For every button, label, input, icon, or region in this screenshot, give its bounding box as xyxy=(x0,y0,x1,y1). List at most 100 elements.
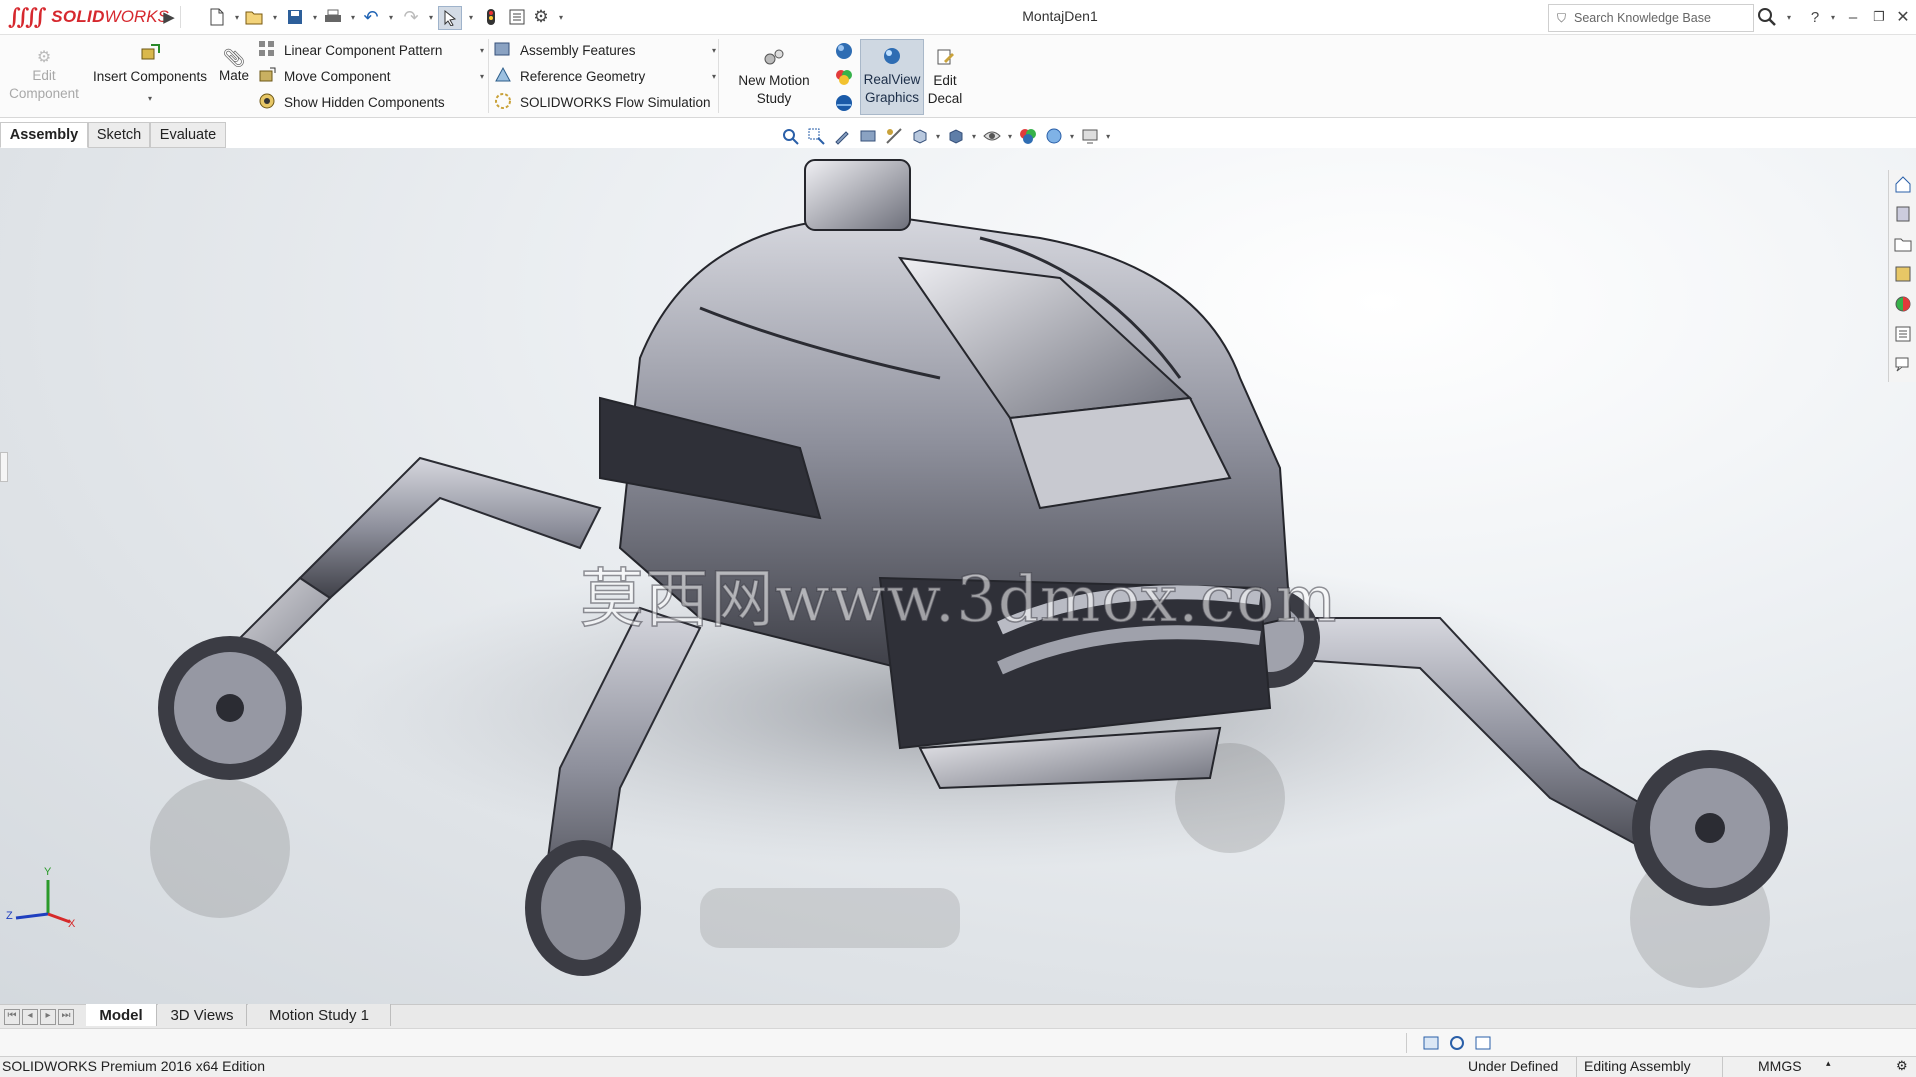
reference-triad: Y Z X xyxy=(4,866,84,930)
mate-paperclip-icon: 📎︎ xyxy=(222,48,246,68)
custom-properties-icon[interactable] xyxy=(1892,322,1914,346)
undo-icon[interactable]: ↶ xyxy=(360,6,382,28)
forum-icon[interactable] xyxy=(1892,352,1914,376)
apply-scene-icon[interactable] xyxy=(1044,126,1064,146)
scroll-last-icon[interactable]: ⏭ xyxy=(58,1009,74,1025)
tab-assembly[interactable]: Assembly xyxy=(0,122,88,148)
zoom-to-area-icon[interactable] xyxy=(806,126,826,146)
menu-expand-icon[interactable]: ▶ xyxy=(158,6,180,28)
minimize-icon[interactable]: – xyxy=(1842,6,1864,28)
save-icon[interactable] xyxy=(284,6,306,28)
customize-status-icon[interactable]: ⚙ xyxy=(1896,1058,1908,1074)
scroll-next-icon[interactable]: ▸ xyxy=(40,1009,56,1025)
tab-model[interactable]: Model xyxy=(86,1004,157,1026)
realview-graphics-button[interactable]: RealView Graphics xyxy=(860,39,924,115)
motion-study-icon xyxy=(763,47,785,72)
assembly-features-dropdown-icon[interactable]: ▾ xyxy=(712,46,716,55)
reference-geometry-button[interactable]: Reference Geometry ▾ xyxy=(494,65,716,87)
appearance-palette-icon[interactable] xyxy=(834,67,854,87)
search-box[interactable]: ⛉ xyxy=(1548,4,1754,32)
new-icon[interactable] xyxy=(206,6,228,28)
assembly-features-button[interactable]: Assembly Features ▾ xyxy=(494,39,716,61)
features-group: Assembly Features ▾ Reference Geometry ▾… xyxy=(494,39,716,113)
hide-show-dropdown-icon[interactable]: ▾ xyxy=(1008,132,1012,141)
insert-components-button[interactable]: Insert Components ▾ xyxy=(88,43,212,108)
feature-manager-toggle[interactable] xyxy=(0,452,8,482)
tab-3d-views[interactable]: 3D Views xyxy=(158,1004,247,1026)
tab-sketch[interactable]: Sketch xyxy=(88,122,150,148)
file-explorer-icon[interactable] xyxy=(1892,232,1914,256)
window-status-icon[interactable] xyxy=(1474,1034,1492,1055)
open-dropdown-icon[interactable]: ▾ xyxy=(264,6,286,28)
view-orientation-icon[interactable] xyxy=(910,126,930,146)
status-bar: SOLIDWORKS Premium 2016 x64 Edition Unde… xyxy=(0,1056,1916,1077)
divider xyxy=(1406,1033,1407,1053)
section-view-icon[interactable] xyxy=(858,126,878,146)
view-settings-dropdown-icon[interactable]: ▾ xyxy=(1106,132,1110,141)
hide-show-items-icon[interactable] xyxy=(982,126,1002,146)
search-input[interactable] xyxy=(1572,10,1737,26)
move-component-dropdown-icon[interactable]: ▾ xyxy=(480,72,484,81)
units-dropdown-icon[interactable]: ▴ xyxy=(1826,1058,1831,1069)
search-dropdown-icon[interactable]: ▾ xyxy=(1778,6,1800,28)
edit-component-button[interactable]: ⚙ Edit Component xyxy=(4,49,84,103)
view-settings-icon[interactable] xyxy=(1080,126,1100,146)
edit-appearance-icon[interactable] xyxy=(1018,126,1038,146)
search-icon[interactable] xyxy=(1756,6,1778,28)
appearances-scenes-icon[interactable] xyxy=(1892,292,1914,316)
move-component-button[interactable]: Move Component ▾ xyxy=(258,65,484,87)
tab-evaluate[interactable]: Evaluate xyxy=(150,122,226,148)
undo-dropdown-icon[interactable]: ▾ xyxy=(380,6,402,28)
help-dropdown-icon[interactable]: ▾ xyxy=(1822,6,1844,28)
display-style-dropdown-icon[interactable]: ▾ xyxy=(972,132,976,141)
tab-motion-study-1[interactable]: Motion Study 1 xyxy=(248,1004,391,1026)
title-bar: ⨌ SOLID WORKS ▶ ▾ ▾ ▾ ▾ ↶ ▾ ↷ ▾ ▾ ⚙ ▾ Mon… xyxy=(0,0,1916,35)
linear-component-pattern-button[interactable]: Linear Component Pattern ▾ xyxy=(258,39,484,61)
options-gear-icon[interactable]: ⚙ xyxy=(530,6,552,28)
dynamic-annotation-icon[interactable] xyxy=(884,126,904,146)
flow-simulation-icon xyxy=(494,92,512,113)
linear-pattern-dropdown-icon[interactable]: ▾ xyxy=(480,46,484,55)
show-hidden-components-button[interactable]: Show Hidden Components xyxy=(258,91,484,113)
insert-components-label: Insert Components xyxy=(92,69,208,84)
flow-simulation-button[interactable]: SOLIDWORKS Flow Simulation xyxy=(494,91,716,113)
mate-label: Mate xyxy=(218,68,249,83)
view-orientation-dropdown-icon[interactable]: ▾ xyxy=(936,132,940,141)
apply-scene-dropdown-icon[interactable]: ▾ xyxy=(1070,132,1074,141)
file-properties-icon[interactable] xyxy=(506,6,528,28)
scroll-prev-icon[interactable]: ◂ xyxy=(22,1009,38,1025)
zoom-to-fit-icon[interactable] xyxy=(780,126,800,146)
previous-view-icon[interactable] xyxy=(832,126,852,146)
graphics-area[interactable]: 莫西网www.3dmox.com Y Z X ◧ ◨ – ❐ ✕ xyxy=(0,148,1916,1004)
solidworks-resources-home-icon[interactable] xyxy=(1892,172,1914,196)
move-component-icon xyxy=(258,66,276,87)
edit-decal-button[interactable]: Edit Decal xyxy=(924,47,966,108)
solidworks-logo[interactable]: ⨌ SOLID WORKS xyxy=(8,4,169,30)
close-icon[interactable]: ✕ xyxy=(1892,6,1914,28)
reference-geometry-dropdown-icon[interactable]: ▾ xyxy=(712,72,716,81)
linear-component-pattern-label: Linear Component Pattern xyxy=(284,42,443,58)
display-style-icon[interactable] xyxy=(946,126,966,146)
redo-icon[interactable]: ↷ xyxy=(400,6,422,28)
options-dropdown-icon[interactable]: ▾ xyxy=(550,6,572,28)
open-icon[interactable] xyxy=(244,6,266,28)
design-library-icon[interactable] xyxy=(1892,202,1914,226)
sync-status-icon[interactable] xyxy=(1448,1034,1466,1055)
select-icon[interactable] xyxy=(438,6,462,30)
document-title: MontajDen1 xyxy=(1022,8,1098,24)
restore-icon[interactable]: ❐ xyxy=(1868,6,1890,28)
print-icon[interactable] xyxy=(322,6,344,28)
mate-button[interactable]: 📎︎ Mate xyxy=(214,49,254,85)
select-dropdown-icon[interactable]: ▾ xyxy=(460,6,482,28)
rebuild-icon[interactable] xyxy=(480,6,502,28)
new-motion-study-button[interactable]: New Motion Study xyxy=(728,47,820,108)
insert-components-dropdown-icon[interactable]: ▾ xyxy=(148,90,152,108)
display-style-sphere-icon[interactable] xyxy=(834,41,854,61)
scroll-first-icon[interactable]: ⏮ xyxy=(4,1009,20,1025)
divider xyxy=(718,39,719,113)
rebuild-status-icon[interactable] xyxy=(1422,1034,1440,1055)
assembly-features-label: Assembly Features xyxy=(520,42,636,58)
view-palette-icon[interactable] xyxy=(1892,262,1914,286)
units-selector[interactable]: MMGS xyxy=(1758,1058,1802,1074)
scene-sphere-icon[interactable] xyxy=(834,93,854,113)
